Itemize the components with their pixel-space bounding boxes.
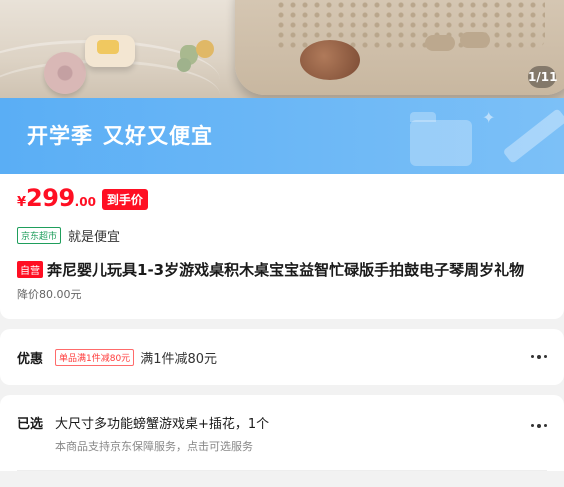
crab-table-image — [235, 0, 564, 95]
folder-icon — [410, 112, 472, 166]
more-icon[interactable] — [531, 355, 547, 359]
store-row[interactable]: 京东超市 就是便宜 — [17, 226, 547, 245]
selection-row[interactable]: 已选 大尺寸多功能螃蟹游戏桌+插花，1个 本商品支持京东保障服务，点击可选服务 — [0, 395, 564, 471]
peg-toy-image — [196, 40, 214, 58]
price-drop-text: 降价80.00元 — [17, 288, 82, 301]
promotion-text: 满1件减80元 — [140, 351, 218, 367]
banner-slogan-main: 开学季 — [27, 124, 93, 148]
image-page-indicator: 1/11 — [528, 66, 557, 88]
selection-value: 大尺寸多功能螃蟹游戏桌+插花，1个 — [55, 417, 270, 432]
service-hint: 本商品支持京东保障服务，点击可选服务 — [55, 440, 253, 453]
product-image-carousel[interactable]: 1/11 — [0, 0, 564, 98]
price-integer: 299 — [26, 184, 75, 212]
store-slogan: 就是便宜 — [68, 230, 121, 245]
more-icon[interactable] — [531, 424, 547, 428]
banner-slogan: 开学季 又好又便宜 — [27, 120, 213, 150]
product-title-row: 自营 奔尼婴儿玩具1-3岁游戏桌积木桌宝宝益智忙碌版手拍鼓电子琴周岁礼物 — [17, 259, 547, 280]
promo-banner[interactable]: 开学季 又好又便宜 ✦ — [0, 98, 564, 174]
product-title: 奔尼婴儿玩具1-3岁游戏桌积木桌宝宝益智忙碌版手拍鼓电子琴周岁礼物 — [47, 261, 525, 279]
peg-toy-image — [177, 58, 191, 72]
crab-icon — [300, 40, 360, 80]
product-info-card: ¥299.00 到手价 京东超市 就是便宜 自营 奔尼婴儿玩具1-3岁游戏桌积木… — [0, 174, 564, 319]
sparkle-icon: ✦ — [482, 108, 496, 127]
promotion-label: 优惠 — [17, 351, 44, 367]
price-decimal: .00 — [74, 195, 96, 209]
price-currency: ¥ — [17, 195, 27, 210]
price-row: ¥299.00 到手价 — [17, 184, 547, 212]
final-price: ¥299.00 — [17, 184, 96, 212]
banner-slogan-sub: 又好又便宜 — [103, 124, 213, 148]
jd-supermarket-badge: 京东超市 — [17, 227, 62, 244]
selection-label: 已选 — [17, 417, 44, 432]
flower-toy-image — [44, 52, 86, 94]
promotion-tag: 单品满1件减80元 — [55, 348, 135, 366]
self-operated-badge: 自营 — [17, 261, 43, 278]
final-price-tag: 到手价 — [101, 189, 148, 210]
pencil-icon — [502, 108, 564, 164]
block-toy-image — [85, 35, 135, 67]
promotion-row[interactable]: 优惠 单品满1件减80元 满1件减80元 — [0, 329, 564, 385]
